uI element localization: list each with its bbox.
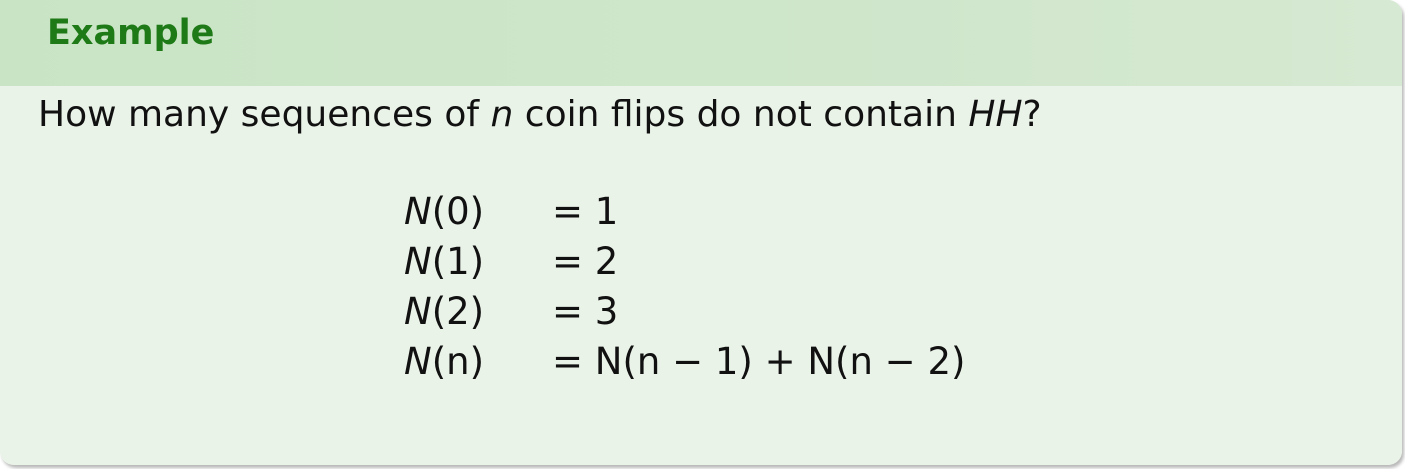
question-middle: coin flips do not contain — [513, 94, 969, 135]
example-block: Example How many sequences of n coin fli… — [0, 0, 1402, 465]
block-header: Example — [0, 0, 1402, 86]
block-body: How many sequences of n coin flips do no… — [0, 86, 1402, 465]
question-prefix: How many sequences of — [38, 94, 491, 135]
block-title: Example — [47, 13, 215, 53]
equation-rhs: = 3 — [552, 290, 619, 333]
question-suffix: ? — [1022, 94, 1042, 135]
equation-rhs: = N(n − 1) + N(n − 2) — [552, 340, 966, 383]
pattern-hh: HH — [968, 94, 1023, 135]
equation-lhs: N(0) — [404, 190, 485, 233]
equation-lhs: N(1) — [404, 240, 485, 283]
equation-rhs: = 1 — [552, 190, 619, 233]
question-text: How many sequences of n coin flips do no… — [38, 92, 1042, 138]
variable-n: n — [490, 94, 514, 135]
equation-lhs: N(n) — [404, 340, 485, 383]
equation-lhs: N(2) — [404, 290, 485, 333]
equation-rhs: = 2 — [552, 240, 619, 283]
